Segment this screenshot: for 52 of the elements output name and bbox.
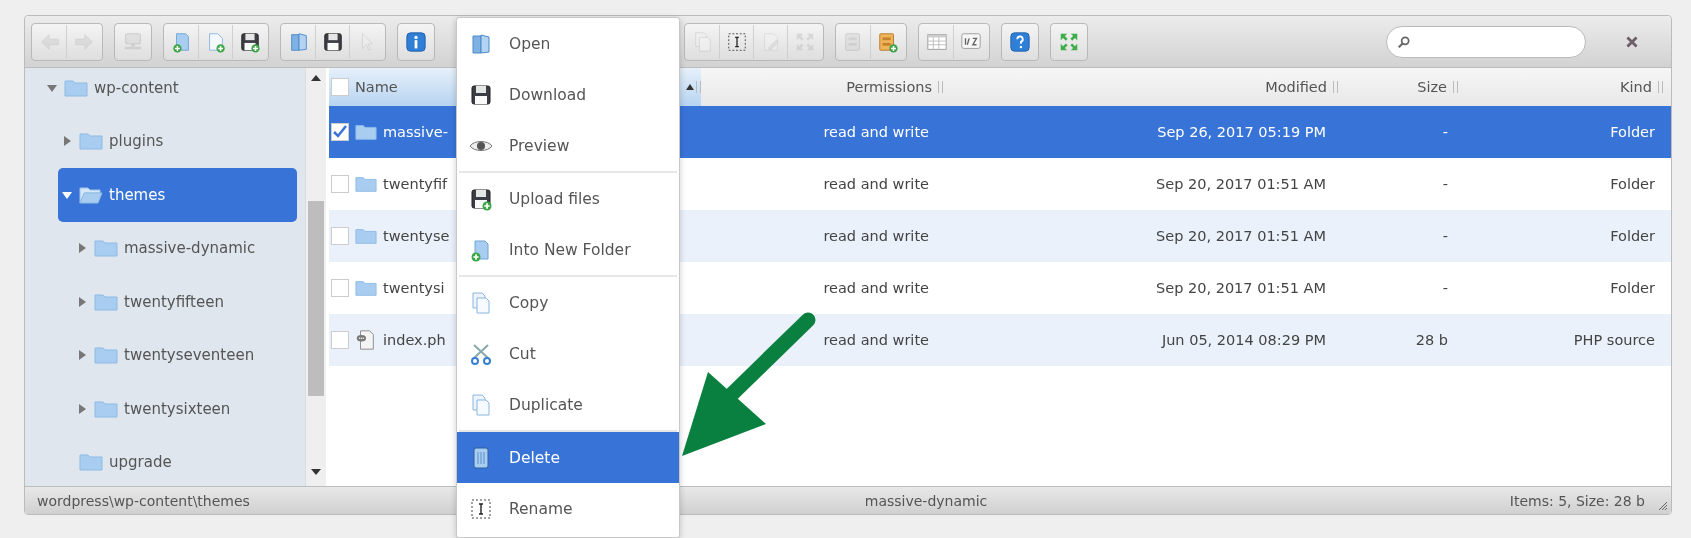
menu-item[interactable]: Open [457, 18, 679, 69]
folder-label: twentyfifteen [124, 292, 224, 311]
table-cell-text: Jun 05, 2014 08:29 PM [1160, 332, 1327, 348]
table-cell-text: PHP source [1572, 332, 1656, 348]
file-name: twentysi [383, 280, 445, 296]
table-cell-text: 28 b [1414, 332, 1449, 348]
table-cell-text: Folder [1609, 176, 1656, 192]
table-cell-text: Folder [1609, 124, 1656, 140]
tree-item[interactable]: twentyfifteen [73, 275, 297, 329]
file-name: index.ph [383, 332, 446, 348]
menu-item[interactable]: Delete [457, 432, 679, 483]
tree-item[interactable]: themes [58, 168, 297, 222]
table-cell-text: Sep 20, 2017 01:51 AM [1155, 280, 1327, 296]
table-cell-text: read and write [822, 176, 930, 192]
selected-item: massive-dynamic [863, 492, 988, 509]
tree-item[interactable]: twentysixteen [73, 382, 297, 436]
tree-item[interactable]: wp-content [43, 68, 297, 115]
tree-item[interactable]: massive-dynamic [73, 221, 297, 275]
column-header[interactable]: Size [1346, 68, 1466, 106]
menu-item[interactable]: Rename [457, 483, 679, 534]
folder-label: twentysixteen [124, 399, 231, 418]
file-name: twentyse [383, 228, 450, 244]
folder-label: plugins [109, 132, 164, 151]
folder-label: twentyseventeen [124, 346, 255, 365]
file-name: twentyfif [383, 176, 448, 192]
table-cell-text: - [1441, 124, 1449, 140]
table-cell-text: - [1441, 176, 1449, 192]
table-cell-text: - [1441, 280, 1449, 296]
table-cell-text: Folder [1609, 280, 1656, 296]
table-cell-text: Sep 20, 2017 01:51 AM [1155, 176, 1327, 192]
table-cell-text: Sep 20, 2017 01:51 AM [1155, 228, 1327, 244]
column-header[interactable]: Kind [1466, 68, 1671, 106]
file-name: massive- [383, 124, 448, 140]
current-path: wordpress\wp-content\themes [37, 492, 250, 509]
table-cell-text: read and write [822, 228, 930, 244]
table-cell-text: read and write [822, 332, 930, 348]
tree-item[interactable]: upgrade [58, 435, 297, 486]
tree-item[interactable]: plugins [58, 114, 297, 168]
column-header[interactable]: Permissions [701, 68, 951, 106]
items-summary: Items: 5, Size: 28 b [1509, 492, 1645, 509]
folder-label: wp-content [94, 78, 179, 97]
folder-label: upgrade [109, 453, 172, 472]
folder-label: massive-dynamic [124, 239, 256, 258]
column-header[interactable]: Modified [951, 68, 1346, 106]
table-cell-text: - [1441, 228, 1449, 244]
menu-item[interactable]: Duplicate [457, 379, 679, 430]
table-cell-text: read and write [822, 280, 930, 296]
table-cell-text: Sep 26, 2017 05:19 PM [1156, 124, 1327, 140]
table-cell-text: read and write [822, 124, 930, 140]
folder-label: themes [109, 185, 166, 204]
tree-item[interactable]: twentyseventeen [73, 328, 297, 382]
table-cell-text: Folder [1609, 228, 1656, 244]
